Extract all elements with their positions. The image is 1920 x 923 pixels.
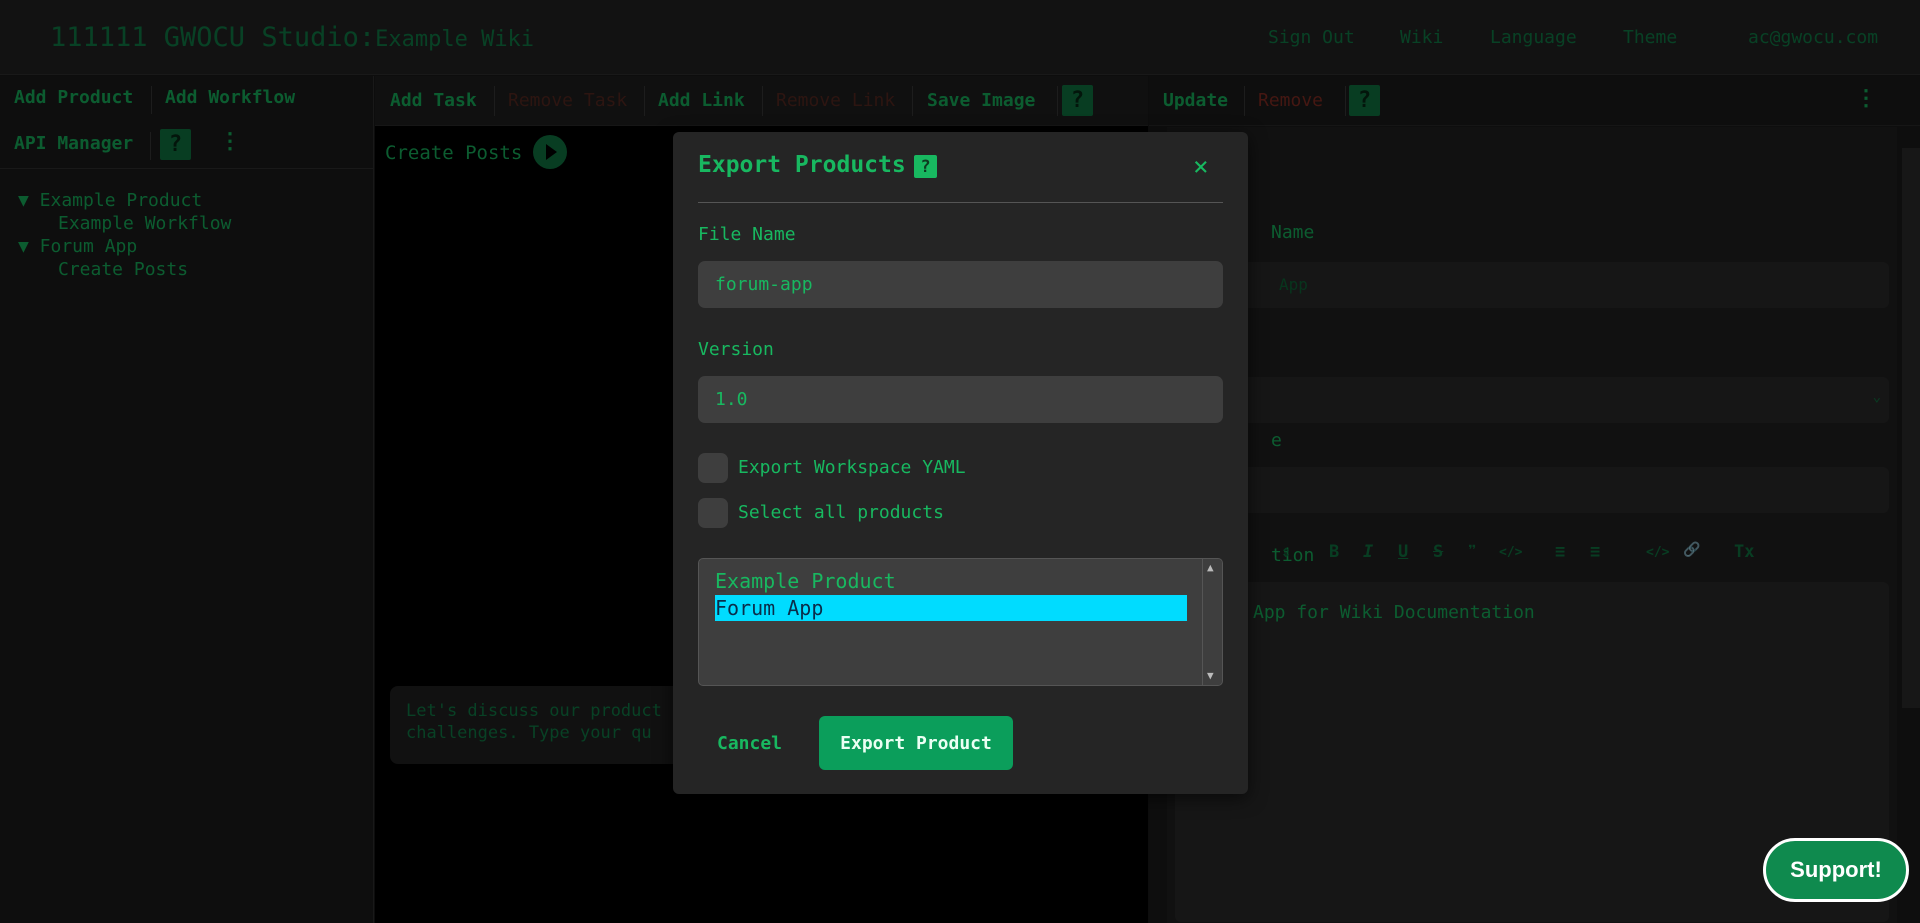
export-yaml-label: Export Workspace YAML [738,457,966,478]
list-item[interactable]: Example Product [715,568,1187,594]
export-yaml-checkbox[interactable] [698,453,728,483]
list-item-selected[interactable]: Forum App [715,595,1187,621]
select-all-label: Select all products [738,502,944,523]
product-listbox[interactable]: Example Product Forum App ▲ ▼ [698,558,1223,686]
close-icon[interactable]: × [1193,152,1209,182]
scroll-down-icon[interactable]: ▼ [1207,669,1214,682]
scroll-up-icon[interactable]: ▲ [1207,561,1214,574]
support-button[interactable]: Support! [1763,838,1909,902]
help-icon[interactable]: ? [914,155,937,178]
version-input[interactable] [698,376,1223,423]
dialog-divider [698,202,1223,203]
select-all-checkbox[interactable] [698,498,728,528]
dialog-title: Export Products [698,152,906,178]
cancel-button[interactable]: Cancel [717,733,782,754]
export-products-dialog: Export Products ? × File Name Version Ex… [673,132,1248,794]
listbox-scrollbar[interactable]: ▲ ▼ [1202,559,1222,685]
file-name-input[interactable] [698,261,1223,308]
version-label: Version [698,339,774,360]
file-name-label: File Name [698,224,796,245]
export-product-button[interactable]: Export Product [819,716,1013,770]
